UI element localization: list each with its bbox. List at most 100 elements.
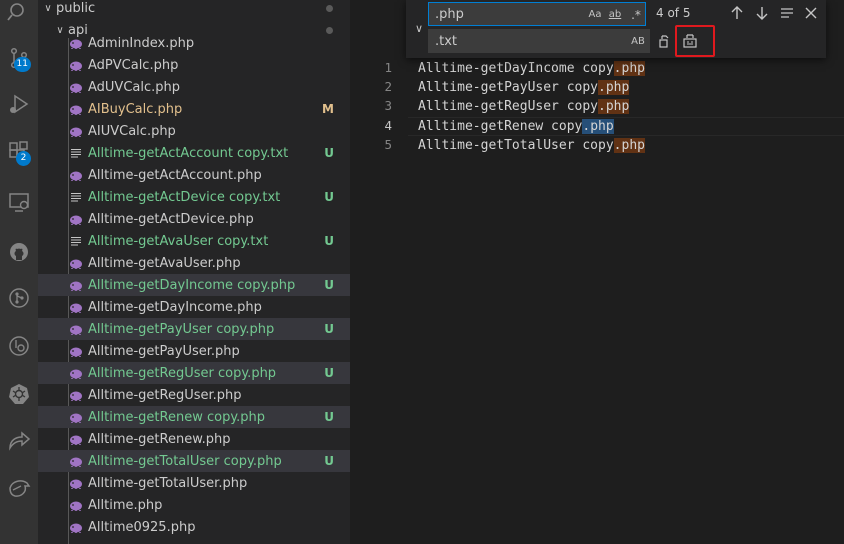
file-item[interactable]: Alltime-getDayIncome.php: [38, 296, 350, 318]
kubernetes-activity-button[interactable]: [0, 374, 38, 414]
line-number: 5: [384, 137, 392, 152]
match-highlight: .php: [598, 80, 630, 95]
line-number: 1: [384, 60, 392, 75]
code-line[interactable]: Alltime-getRegUser copy.php: [418, 97, 630, 116]
notification-badge: 2: [16, 151, 31, 166]
activity-bar: 11 2: [0, 0, 38, 544]
chevron-down-icon: ∨: [44, 2, 52, 14]
file-item[interactable]: Alltime-getActAccount.php: [38, 164, 350, 186]
text-file-icon: [68, 189, 84, 205]
php-file-icon: [68, 475, 84, 491]
file-item[interactable]: Alltime-getTotalUser.php: [38, 472, 350, 494]
line-number: 3: [384, 98, 392, 113]
git-graph-activity-button[interactable]: [0, 278, 38, 318]
explorer-panel: ∨ public ∨ api AdminIndex.php AdPVCalc.php AdU…: [38, 0, 350, 544]
search-activity-button[interactable]: [0, 0, 38, 32]
file-item[interactable]: AdPVCalc.php: [38, 54, 350, 76]
file-item[interactable]: Alltime-getAvaUser copy.txt U: [38, 230, 350, 252]
replace-button[interactable]: [654, 31, 674, 51]
whole-word-toggle[interactable]: ab: [605, 6, 625, 24]
php-file-icon: [68, 211, 84, 227]
close-icon: [805, 7, 817, 19]
next-match-button[interactable]: [752, 3, 772, 23]
file-label: AIUVCalc.php: [88, 123, 176, 139]
find-input-box[interactable]: Aa ab .*: [428, 2, 646, 26]
file-label: Alltime.php: [88, 497, 163, 513]
git-lens-activity-button[interactable]: [0, 326, 38, 366]
file-item[interactable]: AdminIndex.php: [38, 32, 350, 54]
preserve-case-toggle[interactable]: AB: [628, 33, 648, 51]
bird-activity-button[interactable]: [0, 468, 38, 508]
code-text: Alltime-getRegUser copy: [418, 99, 599, 114]
replace-input-box[interactable]: AB: [428, 29, 650, 53]
php-file-icon: [68, 387, 84, 403]
file-item[interactable]: Alltime-getActAccount copy.txt U: [38, 142, 350, 164]
code-text: Alltime-getRenew copy: [418, 119, 583, 134]
file-item[interactable]: Alltime-getActDevice copy.txt U: [38, 186, 350, 208]
git-status-badge: U: [324, 234, 334, 248]
code-line[interactable]: Alltime-getRenew copy.php: [418, 117, 614, 136]
match-highlight: .php: [598, 99, 630, 114]
php-file-icon: [68, 497, 84, 513]
code-line[interactable]: Alltime-getDayIncome copy.php: [418, 59, 645, 78]
file-item[interactable]: Alltime-getRenew copy.php U: [38, 406, 350, 428]
github-activity-button[interactable]: [0, 232, 38, 272]
text-file-icon: [68, 233, 84, 249]
find-in-selection-button[interactable]: [777, 3, 797, 23]
file-item[interactable]: Alltime-getActDevice.php: [38, 208, 350, 230]
file-item[interactable]: Alltime0925.php: [38, 516, 350, 538]
file-item[interactable]: Alltime-getTotalUser copy.php U: [38, 450, 350, 472]
file-item[interactable]: Alltime.php: [38, 494, 350, 516]
file-item[interactable]: Alltime-getRenew.php: [38, 428, 350, 450]
file-item[interactable]: Alltime-getPayUser copy.php U: [38, 318, 350, 340]
replace-icon: [659, 35, 669, 48]
file-label: Alltime-getRegUser copy.php: [88, 365, 277, 381]
git-status-badge: U: [324, 190, 334, 204]
regex-toggle[interactable]: .*: [626, 6, 646, 24]
folder-public[interactable]: ∨ public: [38, 0, 350, 19]
file-item[interactable]: AIUVCalc.php: [38, 120, 350, 142]
git-status-badge: U: [324, 410, 334, 424]
match-highlight: .php: [613, 61, 645, 76]
line-number: 4: [384, 118, 392, 133]
file-item[interactable]: AIBuyCalc.php M: [38, 98, 350, 120]
php-file-icon: [68, 101, 84, 117]
file-label: Alltime-getRenew copy.php: [88, 409, 266, 425]
extensions-activity-button[interactable]: 2: [0, 132, 38, 172]
file-label: Alltime-getAvaUser.php: [88, 255, 241, 271]
file-label: Alltime-getDayIncome copy.php: [88, 277, 296, 293]
file-label: Alltime-getTotalUser copy.php: [88, 453, 282, 469]
previous-match-button[interactable]: [727, 3, 747, 23]
remote-explorer-activity-button[interactable]: [0, 182, 38, 222]
toggle-replace-chevron-icon[interactable]: ∨: [411, 21, 427, 37]
file-item[interactable]: Alltime-getRegUser copy.php U: [38, 362, 350, 384]
editor-area[interactable]: 1 Alltime-getDayIncome copy.php 2 Alltime-g…: [350, 0, 844, 544]
match-case-toggle[interactable]: Aa: [585, 6, 605, 24]
php-file-icon: [68, 255, 84, 271]
run-debug-activity-button[interactable]: [0, 84, 38, 124]
code-line[interactable]: Alltime-getTotalUser copy.php: [418, 136, 645, 155]
git-status-badge: U: [324, 322, 334, 336]
source-control-activity-button[interactable]: 11: [0, 38, 38, 78]
close-find-button[interactable]: [801, 3, 821, 23]
code-line[interactable]: Alltime-getPayUser copy.php: [418, 78, 630, 97]
php-file-icon: [68, 299, 84, 315]
file-item[interactable]: Alltime-getAvaUser.php: [38, 252, 350, 274]
git-status-badge: U: [324, 454, 334, 468]
file-item[interactable]: AdUVCalc.php: [38, 76, 350, 98]
file-item[interactable]: Alltime-getRegUser.php: [38, 384, 350, 406]
file-item[interactable]: Alltime-getPayUser.php: [38, 340, 350, 362]
file-item[interactable]: Alltime-getDayIncome copy.php U: [38, 274, 350, 296]
php-file-icon: [68, 167, 84, 183]
modified-dot-icon: [326, 4, 333, 12]
replace-all-highlight-box: [675, 25, 715, 57]
replace-input[interactable]: [435, 33, 575, 49]
php-file-icon: [68, 431, 84, 447]
php-file-icon: [68, 35, 84, 51]
live-share-activity-button[interactable]: [0, 420, 38, 460]
text-file-icon: [68, 145, 84, 161]
find-input[interactable]: [435, 6, 575, 22]
file-label: AdPVCalc.php: [88, 57, 179, 73]
php-file-icon: [68, 123, 84, 139]
live-share-icon: [9, 431, 31, 451]
